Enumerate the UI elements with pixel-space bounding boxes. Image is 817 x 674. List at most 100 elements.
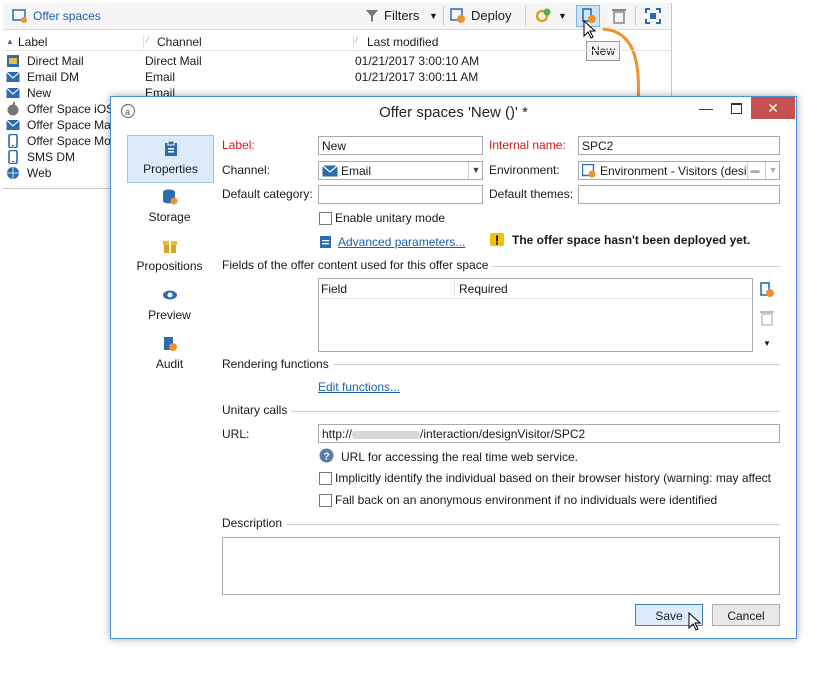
trash-icon[interactable] [760,310,774,326]
chevron-down-icon[interactable]: ▼ [468,162,482,179]
svg-text:?: ? [324,452,330,463]
nav-preview[interactable]: Preview [127,282,212,328]
unitary-mode-label: Enable unitary mode [335,211,446,225]
list-row-label: SMS DM [27,150,75,164]
database-icon [163,189,178,205]
warning-icon [490,233,504,246]
description-section-title: Description [222,516,287,530]
deploy-icon [450,8,465,23]
identify-checkbox[interactable] [319,472,332,485]
sort-ascending-icon: ▲ [6,37,14,46]
gear-dropdown-icon[interactable]: ▼ [558,7,567,25]
fields-section-title: Fields of the offer content used for thi… [222,258,493,272]
list-row-modified: 01/21/2017 3:00:11 AM [355,70,479,84]
unitary-mode-checkbox[interactable] [319,212,332,225]
folder-icon[interactable]: ▬ [747,162,762,179]
trash-icon[interactable] [611,7,627,25]
email-icon [6,71,20,82]
globe-icon [7,167,19,179]
filter-icon [366,10,378,22]
toolbar: Offer spaces Filters ▼ Deploy ▼ [3,3,671,30]
minimize-icon[interactable]: — [691,97,721,119]
column-last-modified[interactable]: Last modified [367,35,438,49]
column-channel[interactable]: Channel [157,35,202,49]
clipboard-icon [320,236,331,248]
environment-icon [582,164,596,178]
fields-column-field[interactable]: Field [321,282,347,296]
identify-label: Implicitly identify the individual based… [335,471,771,485]
list-row-label: Email DM [27,70,80,84]
mobile-icon [8,134,18,148]
list-column-header: ▲ Label ⁄ Channel ⁄ Last modified [3,33,671,51]
direct-mail-icon [7,55,19,67]
offer-space-dialog: a Offer spaces 'New ()' * — ✕ Properties [110,96,797,639]
list-row[interactable]: Direct Mail Direct Mail 01/21/2017 3:00:10… [3,53,671,69]
fullscreen-icon[interactable] [645,8,661,24]
close-icon[interactable]: ✕ [751,97,795,119]
more-options-icon[interactable]: ▼ [763,339,771,348]
url-label: URL: [222,427,250,441]
column-sort-marker-icon: ⁄ [356,35,358,45]
edit-functions-link[interactable]: Edit functions... [318,380,400,394]
url-prefix: http:// [322,427,353,441]
list-row-label: Offer Space Mo [27,134,111,148]
rendering-section-title: Rendering functions [222,357,333,371]
column-label[interactable]: Label [18,35,47,49]
default-category-label: Default category: [222,187,313,201]
fallback-checkbox[interactable] [319,494,332,507]
fallback-label: Fall back on an anonymous environment if… [335,493,718,507]
fields-table[interactable]: Field Required [318,278,753,352]
maximize-icon[interactable] [721,97,751,119]
redacted-host [352,430,421,439]
list-row-label: Web [27,166,52,180]
apple-icon [7,102,19,116]
column-sort-marker-icon: ⁄ [147,35,149,45]
dialog-title-bar[interactable]: a Offer spaces 'New ()' * — ✕ [111,97,796,127]
deploy-button[interactable]: Deploy [471,7,511,25]
clipboard-icon [165,141,177,156]
filters-dropdown-icon[interactable]: ▼ [429,7,438,25]
gift-icon [163,241,177,253]
channel-value: Email [341,164,372,178]
help-icon: ? [319,448,334,463]
toolbar-title[interactable]: Offer spaces [33,7,101,25]
mouse-cursor-icon [688,612,702,631]
warning-message: The offer space hasn't been deployed yet… [512,233,751,247]
label-field-label: Label: [222,138,255,152]
nav-storage[interactable]: Storage [127,184,212,230]
url-input[interactable]: http:// /interaction/designVisitor/SPC2 [318,424,780,443]
nav-audit-label: Audit [155,357,184,371]
nav-propositions-label: Propositions [136,259,203,273]
fields-column-required[interactable]: Required [459,282,508,296]
nav-properties[interactable]: Properties [127,135,214,183]
list-row-label: Offer Space Mai [27,118,114,132]
list-row-modified: 01/21/2017 3:00:10 AM [355,54,480,68]
gear-add-icon[interactable] [534,7,552,25]
chevron-down-icon[interactable]: ▼ [765,162,779,179]
description-textarea[interactable] [222,537,780,595]
default-themes-label: Default themes: [489,187,574,201]
add-field-icon[interactable] [759,282,775,298]
filters-button[interactable]: Filters [384,7,419,25]
default-themes-input[interactable] [578,185,780,204]
nav-audit[interactable]: Audit [127,331,212,377]
default-category-input[interactable] [318,185,483,204]
channel-label: Channel: [222,163,271,177]
eye-icon [163,290,177,300]
nav-storage-label: Storage [148,210,191,224]
label-input[interactable]: New [318,136,483,155]
internal-name-input[interactable]: SPC2 [578,136,780,155]
email-icon [6,119,20,130]
nav-properties-label: Properties [143,162,198,176]
unitary-calls-section-title: Unitary calls [222,403,292,417]
list-row[interactable]: Email DM Email 01/21/2017 3:00:11 AM [3,69,671,85]
cancel-button[interactable]: Cancel [712,604,780,626]
nav-propositions[interactable]: Propositions [127,233,212,279]
channel-select[interactable]: Email ▼ [318,161,483,180]
mobile-icon [8,150,18,164]
environment-select[interactable]: Environment - Visitors (desi ▬ ▼ [578,161,780,180]
email-icon [6,87,20,98]
advanced-parameters-link[interactable]: Advanced parameters... [338,235,465,249]
list-row-channel: Email [145,70,176,84]
url-help-text: URL for accessing the real time web serv… [341,450,578,464]
